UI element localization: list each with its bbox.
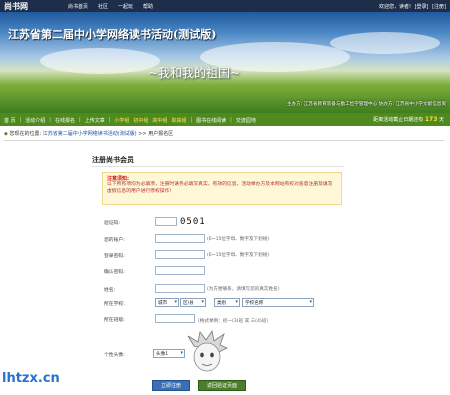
countdown-label: 距离活动截止日期还有 xyxy=(373,117,424,123)
confirm-label: 确认密码: xyxy=(104,270,125,275)
back-button[interactable]: 返回验证页面 xyxy=(198,380,246,391)
top-nav-play[interactable]: 一起玩 xyxy=(118,3,133,10)
main-nav: 首 页 | 活动介绍 | 在线报名 | 上传文章 | 小学组 初中组 高中组 职高组 | … xyxy=(0,113,450,126)
class-input[interactable] xyxy=(155,314,195,323)
avatar-select[interactable]: 头像1 xyxy=(153,349,185,358)
captcha-image: 0501 xyxy=(180,217,206,227)
nav-item-signup[interactable]: 在线报名 xyxy=(55,117,75,124)
nav-item-senior[interactable]: 高中组 xyxy=(152,117,167,124)
school-label: 所在学校: xyxy=(104,302,125,307)
register-link[interactable]: [注册] xyxy=(432,4,446,10)
nav-item-primary[interactable]: 小学组 xyxy=(114,117,129,124)
top-nav-community[interactable]: 社区 xyxy=(98,3,108,10)
avatar-label: 个性头像: xyxy=(104,353,125,358)
password-hint: (6~15位字母、数字及下划线) xyxy=(207,253,270,258)
site-logo[interactable]: 尚书网 xyxy=(4,1,28,12)
nav-item-intro[interactable]: 活动介绍 xyxy=(25,117,45,124)
name-label: 姓名: xyxy=(104,288,116,293)
captcha-input[interactable] xyxy=(155,217,177,226)
cloud-shape xyxy=(330,32,440,54)
notice-title: 注意须知: xyxy=(107,176,129,182)
captcha-label: 验证码: xyxy=(104,221,121,226)
login-link[interactable]: [登录] xyxy=(415,4,429,10)
nav-item-home[interactable]: 首 页 xyxy=(4,117,16,124)
confirm-password-input[interactable] xyxy=(155,266,205,275)
name-hint: (为方便联系，请填写您的真实姓名) xyxy=(207,287,280,292)
location-icon: ◆ xyxy=(4,131,8,137)
nav-item-junior[interactable]: 初中组 xyxy=(133,117,148,124)
countdown-days: 173 xyxy=(424,116,438,123)
top-bar: 尚书网 尚书首页 社区 一起玩 帮助 欢迎您，读者! [登录] [注册] xyxy=(0,0,450,12)
user-area: 欢迎您，读者! [登录] [注册] xyxy=(377,3,446,10)
banner-title: 江苏省第二届中小学网络读书活动(测试版) xyxy=(8,28,217,41)
welcome-text: 欢迎您，读者! xyxy=(378,4,411,10)
divider xyxy=(92,166,344,167)
breadcrumb-sep: >> xyxy=(138,131,147,137)
breadcrumb-current: 用户报名区 xyxy=(148,131,174,137)
school-select[interactable]: 学校名称 xyxy=(242,298,314,307)
top-nav-help[interactable]: 帮助 xyxy=(143,3,153,10)
nav-item-upload[interactable]: 上传文章 xyxy=(85,117,105,124)
breadcrumb-prefix: 您现在的位置: xyxy=(9,131,42,137)
hero-banner: 江苏省第二届中小学网络读书活动(测试版) ~我和我的祖国~ 主办方: 江苏省教育… xyxy=(0,12,450,113)
nav-item-forum[interactable]: 交流园地 xyxy=(236,117,256,124)
watermark: lhtzx.cn xyxy=(2,371,60,386)
account-input[interactable] xyxy=(155,234,205,243)
top-nav-home[interactable]: 尚书首页 xyxy=(68,3,88,10)
notice-body: 以下所有项均为必填项，注册时请务必填写真实、有效的信息，活动举办方及本网站有权对… xyxy=(107,182,333,194)
countdown: 距离活动截止日期还有 173 天 xyxy=(373,116,444,123)
breadcrumb-link[interactable]: 江苏省第二届中小学网络读书活动(测试版) xyxy=(43,131,137,137)
submit-button[interactable]: 立即注册 xyxy=(152,380,190,391)
district-select[interactable]: 区/县 xyxy=(180,298,206,307)
countdown-unit: 天 xyxy=(438,117,444,123)
nav-item-reading[interactable]: 图书在线阅读 xyxy=(196,117,226,124)
password-label: 登录密码: xyxy=(104,254,125,259)
banner-subtitle: ~我和我的祖国~ xyxy=(148,66,241,80)
nav-item-vocational[interactable]: 职高组 xyxy=(171,117,186,124)
password-input[interactable] xyxy=(155,250,205,259)
banner-organizer: 主办方: 江苏省教育装备与勤工俭学管理中心 协办方: 江苏省中小学文献信息资 xyxy=(286,102,446,107)
city-select[interactable]: 城市 xyxy=(155,298,179,307)
avatar-preview-icon xyxy=(187,330,228,372)
category-select[interactable]: 类别 xyxy=(214,298,240,307)
top-nav: 尚书首页 社区 一起玩 帮助 xyxy=(68,3,153,10)
account-hint: (6~15位字母、数字及下划线) xyxy=(207,237,270,242)
class-label: 所在班级: xyxy=(104,318,125,323)
notice-box: 注意须知: 以下所有项均为必填项，注册时请务必填写真实、有效的信息，活动举办方及… xyxy=(102,172,342,205)
name-input[interactable] xyxy=(155,284,205,293)
class-hint: (格式举例：初一(3)班 或 三(4)班) xyxy=(198,319,269,324)
account-label: 您的账户: xyxy=(104,238,125,243)
breadcrumb: ◆ 您现在的位置: 江苏省第二届中小学网络读书活动(测试版) >> 用户报名区 xyxy=(4,130,173,137)
divider xyxy=(4,140,444,141)
form-title: 注册尚书会员 xyxy=(92,156,134,164)
cloud-shape xyxy=(40,48,160,74)
